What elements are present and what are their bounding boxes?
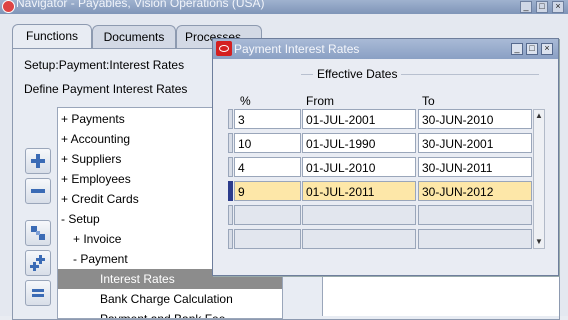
to-date-field[interactable]: 30-JUN-2011 bbox=[418, 157, 532, 177]
rate-percent-field[interactable] bbox=[234, 205, 301, 225]
collapse-all-button[interactable] bbox=[25, 280, 51, 306]
dialog-maximize-icon[interactable]: □ bbox=[526, 43, 538, 55]
to-date-field[interactable]: 30-JUN-2001 bbox=[418, 133, 532, 153]
effective-dates-label: Effective Dates bbox=[313, 67, 402, 81]
column-header-to: To bbox=[422, 94, 435, 108]
row-indicator[interactable] bbox=[228, 109, 233, 129]
tab-documents[interactable]: Documents bbox=[92, 25, 176, 48]
rate-percent-field[interactable] bbox=[234, 229, 301, 249]
expand-branch-icon bbox=[31, 226, 45, 240]
setup-path-label: Setup:Payment:Interest Rates bbox=[24, 58, 185, 72]
current-row-indicator[interactable] bbox=[228, 181, 233, 201]
rate-percent-field[interactable]: 4 bbox=[234, 157, 301, 177]
expand-button[interactable] bbox=[25, 148, 51, 174]
row-indicator[interactable] bbox=[228, 157, 233, 177]
collapse-all-icon bbox=[32, 289, 44, 297]
tab-documents-label: Documents bbox=[103, 30, 165, 44]
minus-icon bbox=[31, 189, 45, 193]
scroll-up-icon[interactable]: ▲ bbox=[535, 111, 543, 121]
from-date-field[interactable]: 01-JUL-2010 bbox=[302, 157, 416, 177]
oracle-icon bbox=[216, 41, 232, 56]
to-date-field[interactable]: 30-JUN-2012 bbox=[418, 181, 532, 201]
to-date-field[interactable] bbox=[418, 205, 532, 225]
plus-icon bbox=[31, 154, 45, 168]
dialog-close-icon[interactable]: × bbox=[541, 43, 553, 55]
payment-interest-rates-window: Payment Interest Rates _ □ × Effective D… bbox=[212, 38, 559, 276]
minimize-icon[interactable]: _ bbox=[520, 1, 532, 13]
from-date-field[interactable]: 01-JUL-1990 bbox=[302, 133, 416, 153]
expand-all-button[interactable] bbox=[25, 250, 51, 276]
tab-functions-label: Functions bbox=[25, 29, 79, 43]
dialog-titlebar: Payment Interest Rates _ □ × bbox=[213, 39, 558, 59]
define-function-label: Define Payment Interest Rates bbox=[24, 82, 188, 96]
collapse-button[interactable] bbox=[25, 178, 51, 204]
documents-list-pane bbox=[322, 272, 559, 316]
tree-item-bank-charge-calculation[interactable]: Bank Charge Calculation bbox=[58, 289, 282, 309]
navigator-titlebar: Navigator - Payables, Vision Operations … bbox=[0, 0, 568, 14]
dialog-minimize-icon[interactable]: _ bbox=[511, 43, 523, 55]
expand-branch-button[interactable] bbox=[25, 220, 51, 246]
rate-percent-field[interactable]: 10 bbox=[234, 133, 301, 153]
rate-percent-field[interactable]: 9 bbox=[234, 181, 301, 201]
row-indicator[interactable] bbox=[228, 229, 233, 249]
to-date-field[interactable] bbox=[418, 229, 532, 249]
row-indicator[interactable] bbox=[228, 205, 233, 225]
rate-percent-field[interactable]: 3 bbox=[234, 109, 301, 129]
oracle-app-icon bbox=[2, 0, 15, 13]
from-date-field[interactable]: 01-JUL-2011 bbox=[302, 181, 416, 201]
vertical-scrollbar[interactable]: ▲ ▼ bbox=[533, 109, 545, 249]
to-date-field[interactable]: 30-JUN-2010 bbox=[418, 109, 532, 129]
from-date-field[interactable] bbox=[302, 229, 416, 249]
expand-all-icon bbox=[30, 255, 45, 271]
dialog-title: Payment Interest Rates bbox=[234, 42, 360, 56]
column-header-percent: % bbox=[240, 94, 251, 108]
maximize-icon[interactable]: □ bbox=[536, 1, 548, 13]
from-date-field[interactable] bbox=[302, 205, 416, 225]
navigator-title: Navigator - Payables, Vision Operations … bbox=[16, 0, 265, 10]
tree-item-payment-bank-fee[interactable]: Payment and Bank Fee... bbox=[58, 309, 282, 318]
from-date-field[interactable]: 01-JUL-2001 bbox=[302, 109, 416, 129]
close-icon[interactable]: × bbox=[552, 1, 564, 13]
tab-functions[interactable]: Functions bbox=[12, 24, 92, 49]
scroll-down-icon[interactable]: ▼ bbox=[535, 237, 543, 247]
row-indicator[interactable] bbox=[228, 133, 233, 153]
column-header-from: From bbox=[306, 94, 334, 108]
